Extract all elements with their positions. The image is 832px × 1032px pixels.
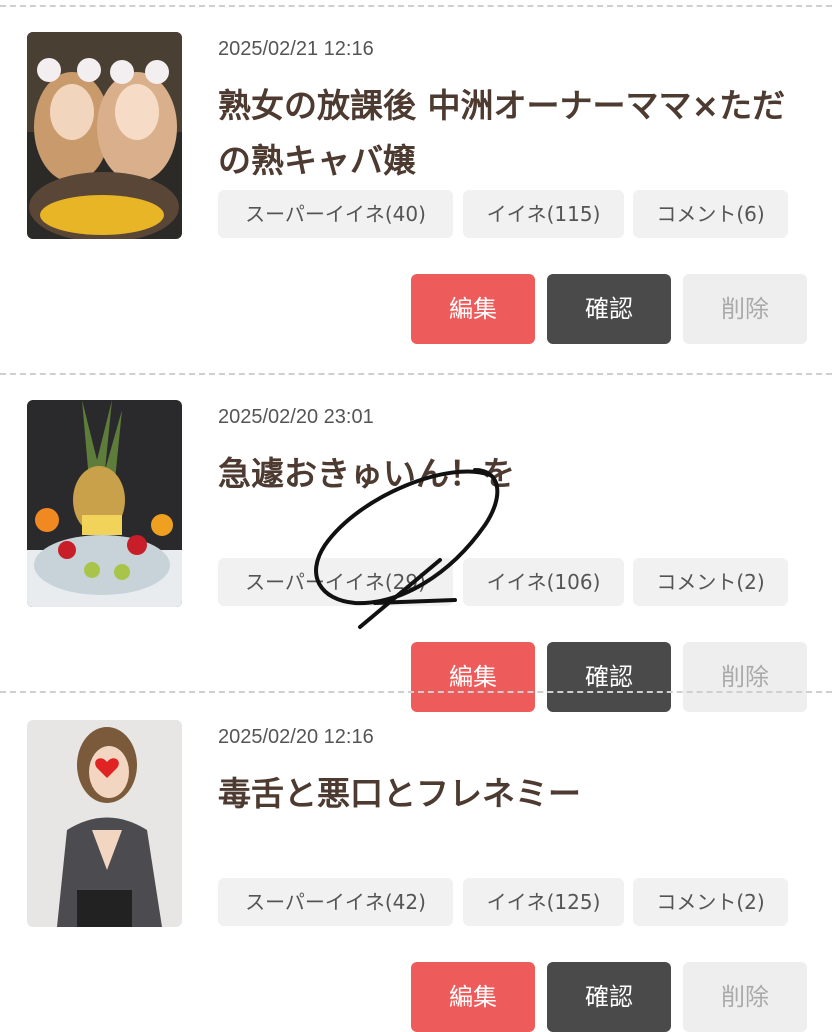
like-count: イイネ(115): [463, 190, 624, 238]
like-count: イイネ(125): [463, 878, 624, 926]
post-thumbnail[interactable]: [27, 400, 182, 607]
comment-count: コメント(2): [633, 878, 788, 926]
view-button[interactable]: 確認: [547, 962, 671, 1032]
post-card: 2025/02/20 23:01 急遽おきゅいん！を スーパーイイネ(29) イ…: [0, 368, 832, 712]
post-date: 2025/02/20 12:16: [218, 726, 374, 748]
post-card: 2025/02/21 12:16 熟女の放課後 中洲オーナーママ×ただの熟キャバ…: [0, 0, 832, 344]
view-button[interactable]: 確認: [547, 274, 671, 344]
super-like-count: スーパーイイネ(29): [218, 558, 453, 606]
post-thumbnail[interactable]: [27, 32, 182, 239]
post-title[interactable]: 熟女の放課後 中洲オーナーママ×ただの熟キャバ嬢: [218, 78, 803, 188]
edit-button[interactable]: 編集: [411, 962, 535, 1032]
like-count: イイネ(106): [463, 558, 624, 606]
comment-count: コメント(2): [633, 558, 788, 606]
super-like-count: スーパーイイネ(40): [218, 190, 453, 238]
post-card: 2025/02/20 12:16 毒舌と悪口とフレネミー スーパーイイネ(42)…: [0, 688, 832, 1032]
edit-button[interactable]: 編集: [411, 274, 535, 344]
delete-button[interactable]: 削除: [683, 962, 807, 1032]
post-title[interactable]: 急遽おきゅいん！を: [218, 446, 803, 501]
super-like-count: スーパーイイネ(42): [218, 878, 453, 926]
comment-count: コメント(6): [633, 190, 788, 238]
post-thumbnail[interactable]: [27, 720, 182, 927]
delete-button[interactable]: 削除: [683, 274, 807, 344]
post-title[interactable]: 毒舌と悪口とフレネミー: [218, 766, 803, 821]
post-date: 2025/02/21 12:16: [218, 38, 374, 60]
post-date: 2025/02/20 23:01: [218, 406, 374, 428]
